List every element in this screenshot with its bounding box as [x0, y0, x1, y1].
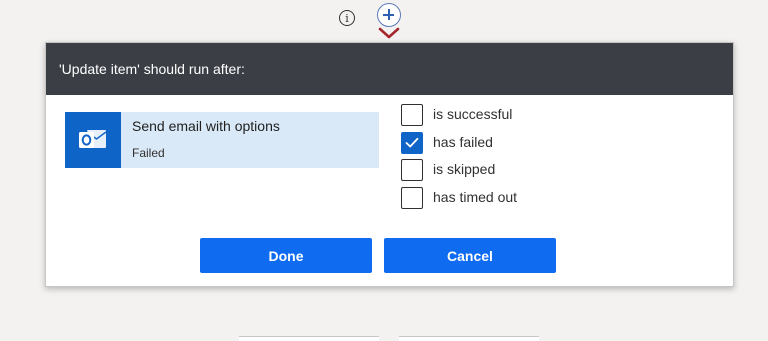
cancel-button[interactable]: Cancel	[384, 238, 556, 273]
background-card	[239, 336, 379, 341]
info-glyph: i	[345, 11, 349, 25]
condition-label: is successful	[433, 106, 513, 122]
action-card: Send email with options Failed	[65, 112, 379, 168]
run-after-dialog: 'Update item' should run after: Send ema…	[45, 42, 734, 287]
canvas-background: i	[0, 0, 768, 42]
dialog-title: 'Update item' should run after:	[46, 43, 733, 95]
outlook-icon	[65, 112, 121, 168]
add-step-icon[interactable]	[377, 3, 401, 27]
done-button[interactable]: Done	[200, 238, 372, 273]
checkbox-is-successful[interactable]	[401, 104, 423, 126]
condition-has-failed[interactable]: has failed	[401, 132, 601, 156]
checkmark-icon	[405, 137, 419, 148]
condition-label: has timed out	[433, 189, 518, 205]
background-card	[399, 336, 539, 341]
condition-is-skipped[interactable]: is skipped	[401, 159, 601, 183]
checkbox-has-timed-out[interactable]	[401, 187, 423, 209]
checkbox-is-skipped[interactable]	[401, 159, 423, 181]
checkbox-has-failed[interactable]	[401, 132, 423, 154]
condition-is-successful[interactable]: is successful	[401, 104, 601, 128]
action-name: Send email with options	[132, 118, 280, 134]
info-icon[interactable]: i	[339, 10, 355, 26]
condition-has-timed-out[interactable]: has timed out	[401, 187, 601, 211]
condition-label: has failed	[433, 134, 493, 150]
action-status: Failed	[132, 146, 165, 160]
chevron-down-icon	[378, 27, 400, 39]
condition-label: is skipped	[433, 161, 496, 177]
